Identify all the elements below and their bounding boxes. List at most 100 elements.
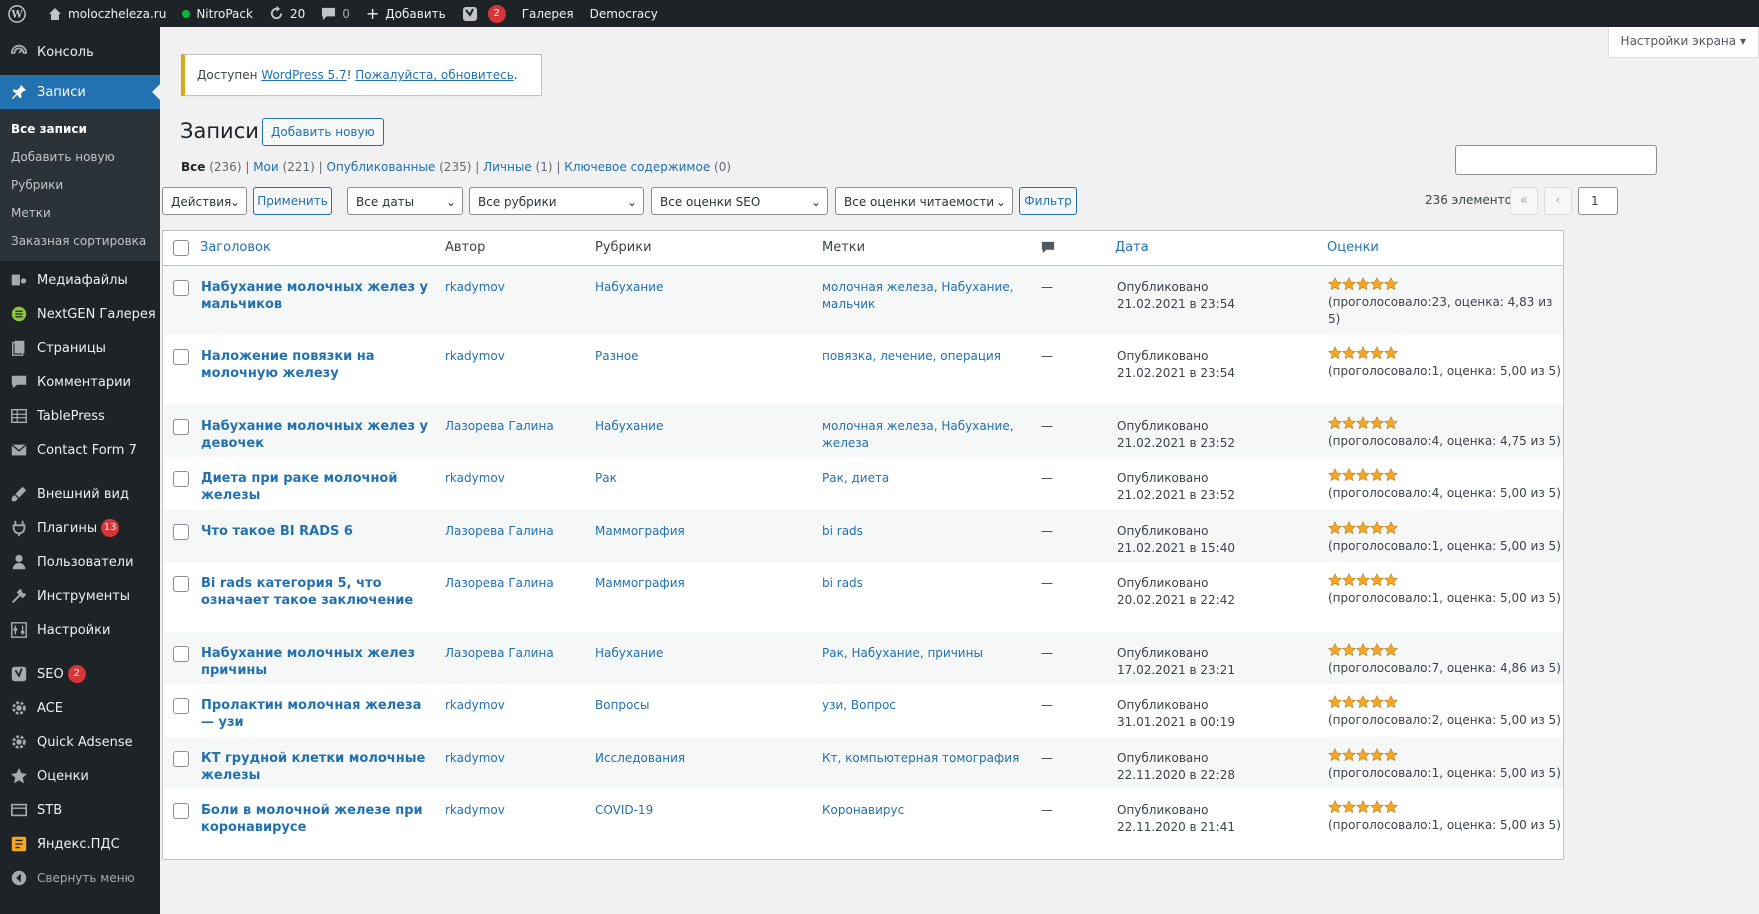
post-author-link[interactable]: rkadymov <box>445 279 505 296</box>
column-date-sort[interactable]: Дата <box>1115 231 1149 265</box>
comments-link[interactable]: 0 <box>313 0 358 27</box>
row-checkbox[interactable] <box>173 698 189 714</box>
add-new-link[interactable]: + Добавить <box>358 0 454 27</box>
post-author-link[interactable]: rkadymov <box>445 697 505 714</box>
post-category-link[interactable]: Рак <box>595 470 617 487</box>
post-tags-links[interactable]: bi rads <box>822 523 1032 540</box>
readability-filter-select[interactable]: Все оценки читаемости ⌄ <box>835 187 1013 215</box>
seo-score-filter-select[interactable]: Все оценки SEO ⌄ <box>651 187 828 215</box>
post-title-link[interactable]: Набухание молочных желез у мальчиков <box>201 279 436 313</box>
collapse-menu-button[interactable]: Свернуть меню <box>0 861 160 895</box>
update-link[interactable]: Пожалуйста, обновитесь <box>355 68 514 82</box>
menu-dashboard[interactable]: Консоль <box>0 35 160 69</box>
column-ratings-sort[interactable]: Оценки <box>1327 231 1379 265</box>
post-title-link[interactable]: Bi rads категория 5, что означает такое … <box>201 575 436 609</box>
post-title-link[interactable]: Диета при раке молочной железы <box>201 470 436 504</box>
view-mine[interactable]: Мои <box>253 160 279 174</box>
submenu-add-new[interactable]: Добавить новую <box>0 143 160 171</box>
post-category-link[interactable]: Набухание <box>595 418 663 435</box>
post-category-link[interactable]: Набухание <box>595 279 663 296</box>
menu-posts[interactable]: Записи <box>0 75 161 109</box>
add-new-post-button[interactable]: Добавить новую <box>262 118 384 146</box>
row-checkbox[interactable] <box>173 349 189 365</box>
post-title-link[interactable]: Что такое BI RADS 6 <box>201 523 436 540</box>
post-title-link[interactable]: Наложение повязки на молочную железу <box>201 348 436 382</box>
post-category-link[interactable]: COVID-19 <box>595 802 653 819</box>
menu-ratings[interactable]: Оценки <box>0 759 160 793</box>
site-name-link[interactable]: moloczheleza.ru <box>40 0 174 27</box>
screen-options-button[interactable]: Настройки экрана ▾ <box>1607 27 1759 58</box>
prev-page-button[interactable]: ‹ <box>1544 187 1572 215</box>
row-checkbox[interactable] <box>173 524 189 540</box>
menu-nextgen[interactable]: NextGEN Галерея <box>0 297 160 331</box>
row-checkbox[interactable] <box>173 576 189 592</box>
menu-settings[interactable]: Настройки <box>0 613 160 647</box>
post-category-link[interactable]: Маммография <box>595 523 685 540</box>
view-all[interactable]: Все <box>181 160 205 174</box>
submenu-custom-sort[interactable]: Заказная сортировка <box>0 227 160 255</box>
post-tags-links[interactable]: Коронавирус <box>822 802 1032 819</box>
select-all-checkbox[interactable] <box>173 240 189 256</box>
row-checkbox[interactable] <box>173 419 189 435</box>
post-author-link[interactable]: Лазорева Галина <box>445 645 554 662</box>
menu-yandex-pds[interactable]: Яндекс.ПДС <box>0 827 160 861</box>
apply-button[interactable]: Применить <box>253 187 332 215</box>
current-page-input[interactable]: 1 <box>1578 187 1618 215</box>
search-input[interactable] <box>1455 145 1657 175</box>
post-tags-links[interactable]: узи, Вопрос <box>822 697 1032 714</box>
post-category-link[interactable]: Вопросы <box>595 697 649 714</box>
submenu-categories[interactable]: Рубрики <box>0 171 160 199</box>
menu-seo[interactable]: SEO 2 <box>0 657 160 691</box>
row-checkbox[interactable] <box>173 280 189 296</box>
post-category-link[interactable]: Набухание <box>595 645 663 662</box>
menu-appearance[interactable]: Внешний вид <box>0 477 160 511</box>
bulk-actions-select[interactable]: Действия ⌄ <box>162 187 247 215</box>
gallery-link[interactable]: Галерея <box>514 0 582 27</box>
view-private[interactable]: Личные <box>483 160 532 174</box>
menu-pages[interactable]: Страницы <box>0 331 160 365</box>
menu-quick-adsense[interactable]: Quick Adsense <box>0 725 160 759</box>
democracy-link[interactable]: Democracy <box>582 0 666 27</box>
post-title-link[interactable]: Набухание молочных желез у девочек <box>201 418 436 452</box>
post-tags-links[interactable]: повязка, лечение, операция <box>822 348 1032 365</box>
post-title-link[interactable]: Пролактин молочная железа — узи <box>201 697 436 731</box>
post-tags-links[interactable]: Рак, Набухание, причины <box>822 645 1032 662</box>
submenu-tags[interactable]: Метки <box>0 199 160 227</box>
post-tags-links[interactable]: Кт, компьютерная томография <box>822 750 1032 767</box>
view-cornerstone[interactable]: Ключевое содержимое <box>564 160 710 174</box>
row-checkbox[interactable] <box>173 803 189 819</box>
post-author-link[interactable]: rkadymov <box>445 470 505 487</box>
menu-plugins[interactable]: Плагины 13 <box>0 511 160 545</box>
nitropack-link[interactable]: NitroPack <box>174 0 261 27</box>
menu-tools[interactable]: Инструменты <box>0 579 160 613</box>
wordpress-logo-icon[interactable]: W <box>0 0 40 27</box>
post-title-link[interactable]: Набухание молочных желез причины <box>201 645 436 679</box>
post-author-link[interactable]: Лазорева Галина <box>445 523 554 540</box>
post-author-link[interactable]: rkadymov <box>445 348 505 365</box>
wordpress-version-link[interactable]: WordPress 5.7 <box>261 68 346 82</box>
menu-contact-form[interactable]: Contact Form 7 <box>0 433 160 467</box>
category-filter-select[interactable]: Все рубрики ⌄ <box>469 187 644 215</box>
post-tags-links[interactable]: молочная железа, Набухание, мальчик <box>822 279 1032 313</box>
updates-link[interactable]: 20 <box>261 0 313 27</box>
post-category-link[interactable]: Исследования <box>595 750 685 767</box>
menu-stb[interactable]: STB <box>0 793 160 827</box>
post-author-link[interactable]: rkadymov <box>445 802 505 819</box>
post-category-link[interactable]: Разное <box>595 348 639 365</box>
post-tags-links[interactable]: Рак, диета <box>822 470 1032 487</box>
menu-comments[interactable]: Комментарии <box>0 365 160 399</box>
row-checkbox[interactable] <box>173 646 189 662</box>
row-checkbox[interactable] <box>173 471 189 487</box>
post-author-link[interactable]: Лазорева Галина <box>445 575 554 592</box>
post-tags-links[interactable]: молочная железа, Набухание, железа <box>822 418 1032 452</box>
date-filter-select[interactable]: Все даты ⌄ <box>347 187 463 215</box>
filter-button[interactable]: Фильтр <box>1019 187 1077 215</box>
post-title-link[interactable]: Боли в молочной железе при коронавирусе <box>201 802 436 836</box>
menu-users[interactable]: Пользователи <box>0 545 160 579</box>
row-checkbox[interactable] <box>173 751 189 767</box>
post-tags-links[interactable]: bi rads <box>822 575 1032 592</box>
post-category-link[interactable]: Маммография <box>595 575 685 592</box>
first-page-button[interactable]: « <box>1510 187 1538 215</box>
view-published[interactable]: Опубликованные <box>326 160 435 174</box>
menu-media[interactable]: Медиафайлы <box>0 263 160 297</box>
